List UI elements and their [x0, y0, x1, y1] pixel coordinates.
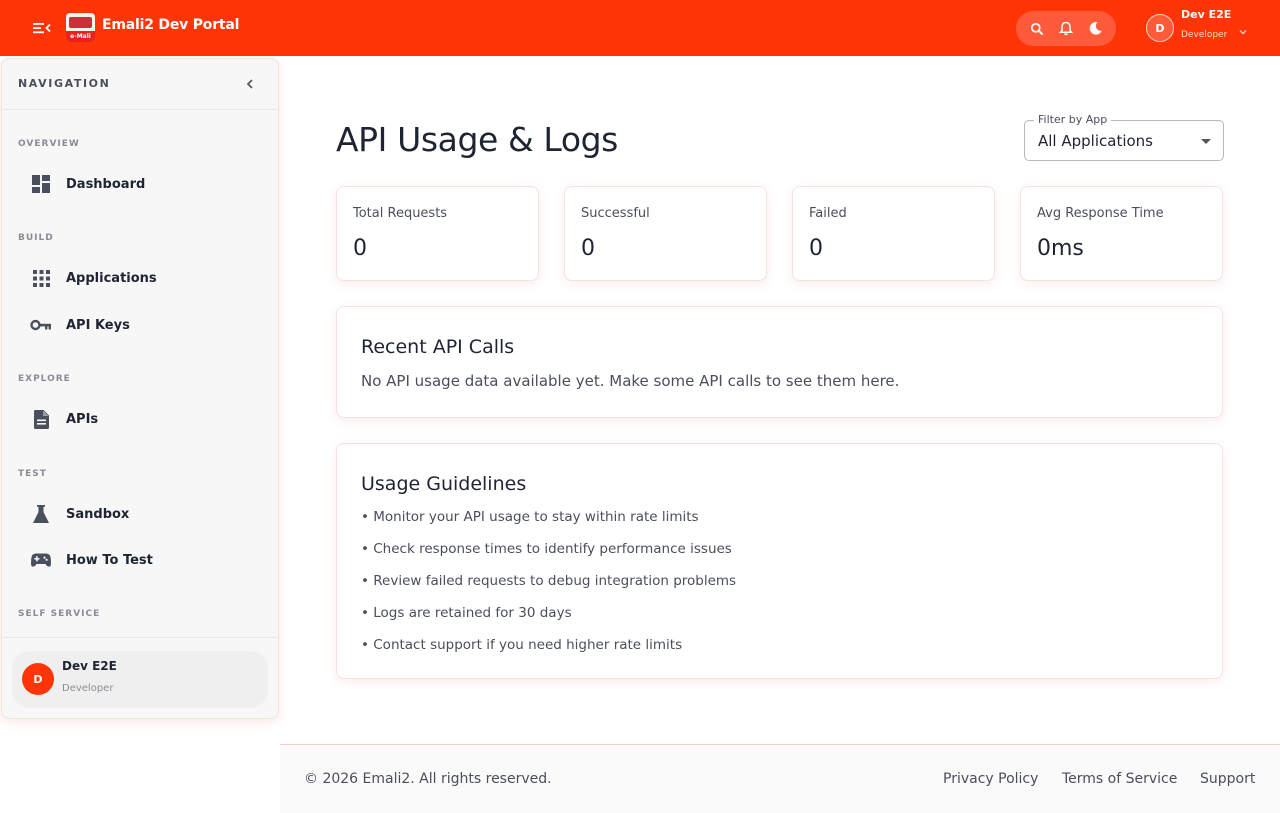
document-icon — [30, 408, 52, 430]
usage-guidelines-card: Usage Guidelines • Monitor your API usag… — [336, 443, 1223, 679]
stat-value: 0 — [581, 236, 595, 261]
stat-value: 0ms — [1037, 236, 1084, 261]
list-item: • Logs are retained for 30 days — [361, 605, 572, 621]
moon-icon[interactable] — [1082, 16, 1108, 42]
menu-collapse-icon[interactable] — [28, 16, 54, 40]
app-logo: e-Mali — [66, 13, 95, 42]
section-overview: OVERVIEW — [18, 139, 80, 149]
user-role: Developer — [1181, 30, 1228, 40]
top-app-bar: e-Mali Emali2 Dev Portal D Dev E2E Devel… — [0, 0, 1280, 56]
sidebar-item-how-to-test[interactable]: How To Test — [18, 542, 264, 578]
sidebar-header: NAVIGATION — [2, 59, 278, 110]
avatar: D — [1146, 14, 1174, 42]
filter-label: Filter by App — [1034, 113, 1112, 126]
sidebar: NAVIGATION OVERVIEW Dashboard BUILD Appl… — [1, 58, 279, 719]
user-name: Dev E2E — [1181, 8, 1232, 21]
avatar: D — [22, 663, 54, 695]
card-title: Recent API Calls — [361, 336, 515, 358]
filter-value: All Applications — [1038, 132, 1153, 150]
sidebar-item-label: Dashboard — [66, 176, 146, 192]
search-icon[interactable] — [1024, 16, 1050, 42]
app-title[interactable]: Emali2 Dev Portal — [102, 17, 239, 33]
stat-card-successful: Successful 0 — [564, 186, 767, 281]
sidebar-footer: D Dev E2E Developer — [2, 637, 278, 718]
list-item: • Check response times to identify perfo… — [361, 541, 732, 557]
chevron-down-icon[interactable] — [1238, 21, 1248, 40]
dashboard-icon — [30, 173, 52, 195]
page-title: API Usage & Logs — [336, 120, 618, 159]
key-icon — [30, 314, 52, 336]
chevron-left-icon[interactable] — [242, 76, 258, 92]
sidebar-item-sandbox[interactable]: Sandbox — [18, 496, 264, 532]
empty-state-text: No API usage data available yet. Make so… — [361, 372, 900, 390]
apps-grid-icon — [30, 267, 52, 289]
stat-value: 0 — [353, 236, 367, 261]
stat-value: 0 — [809, 236, 823, 261]
sidebar-item-label: APIs — [66, 411, 99, 427]
list-item: • Review failed requests to debug integr… — [361, 573, 737, 589]
list-item: • Monitor your API usage to stay within … — [361, 509, 699, 525]
stat-label: Failed — [809, 206, 847, 221]
sidebar-item-api-keys[interactable]: API Keys — [18, 307, 264, 343]
flask-icon — [30, 503, 52, 525]
section-self-service: SELF SERVICE — [18, 609, 101, 619]
recent-api-calls-card: Recent API Calls No API usage data avail… — [336, 306, 1223, 418]
page-footer: © 2026 Emali2. All rights reserved. Priv… — [280, 744, 1280, 813]
bell-icon[interactable] — [1053, 16, 1079, 42]
list-item: • Contact support if you need higher rat… — [361, 637, 683, 653]
card-title: Usage Guidelines — [361, 473, 527, 495]
sidebar-title: NAVIGATION — [18, 77, 111, 90]
stat-card-total-requests: Total Requests 0 — [336, 186, 539, 281]
sidebar-item-label: Sandbox — [66, 506, 130, 522]
header-actions — [1016, 11, 1116, 46]
stat-card-avg-response-time: Avg Response Time 0ms — [1020, 186, 1223, 281]
copyright-text: © 2026 Emali2. All rights reserved. — [304, 771, 552, 787]
filter-by-app-select[interactable]: Filter by App All Applications — [1024, 113, 1224, 161]
sidebar-user-card[interactable]: D Dev E2E Developer — [12, 651, 268, 708]
section-test: TEST — [18, 469, 47, 479]
user-role: Developer — [62, 683, 114, 694]
logo-text: e-Mali — [66, 31, 95, 42]
user-menu[interactable]: D Dev E2E Developer — [1146, 8, 1266, 43]
sidebar-item-apis[interactable]: APIs — [18, 401, 264, 437]
terms-of-service-link[interactable]: Terms of Service — [1062, 771, 1177, 787]
user-name: Dev E2E — [62, 659, 117, 673]
stat-label: Successful — [581, 206, 650, 221]
stat-label: Avg Response Time — [1037, 206, 1164, 221]
section-build: BUILD — [18, 233, 54, 243]
sidebar-item-label: Applications — [66, 270, 157, 286]
stat-label: Total Requests — [353, 206, 448, 221]
sidebar-item-label: API Keys — [66, 317, 130, 333]
stat-card-failed: Failed 0 — [792, 186, 995, 281]
sidebar-item-applications[interactable]: Applications — [18, 260, 264, 296]
sidebar-item-label: How To Test — [66, 552, 153, 568]
dropdown-arrow-icon — [1201, 139, 1211, 144]
support-link[interactable]: Support — [1200, 771, 1255, 787]
sidebar-item-dashboard[interactable]: Dashboard — [18, 166, 264, 202]
privacy-policy-link[interactable]: Privacy Policy — [943, 771, 1038, 787]
section-explore: EXPLORE — [18, 374, 71, 384]
gamepad-icon — [30, 549, 52, 571]
